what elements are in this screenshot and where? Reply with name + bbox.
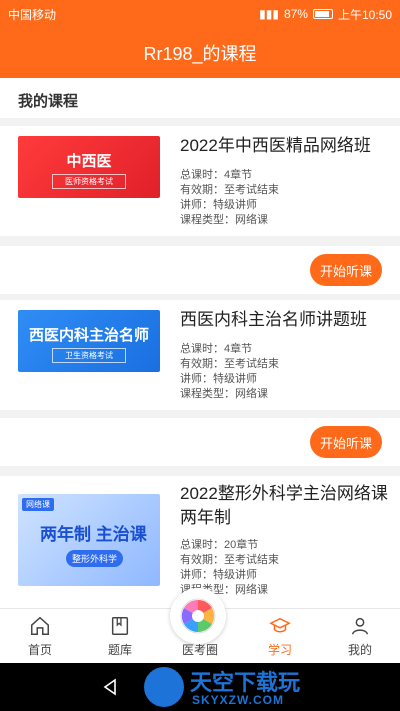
aperture-icon [180,598,216,634]
thumbnail-title: 两年制 主治课 [40,525,147,544]
section-title: 我的课程 [0,78,400,118]
course-card[interactable]: 中西医 医师资格考试 2022年中西医精品网络班 总课时：4章节 有效期：至考试… [0,126,400,236]
course-lecturer: 讲师：特级讲师 [180,373,257,385]
nav-label: 学习 [267,642,292,657]
community-fab[interactable] [170,588,226,644]
course-lecturer: 讲师：特级讲师 [180,199,257,211]
course-validity: 有效期：至考试结束 [180,554,279,566]
course-type: 课程类型：网络课 [180,214,268,226]
nav-item-study[interactable]: 学习 [240,609,320,663]
thumbnail-tag: 网络课 [22,498,54,511]
back-icon[interactable] [100,677,120,697]
graduation-cap-icon [269,617,291,632]
course-meta: 总课时：4章节 有效期：至考试结束 讲师：特级讲师 课程类型：网络课 [180,342,279,402]
thumbnail-subtitle: 卫生资格考试 [52,348,126,363]
battery-icon [312,9,333,19]
course-meta: 总课时：4章节 有效期：至考试结束 讲师：特级讲师 课程类型：网络课 [180,168,279,228]
user-icon [351,617,369,635]
course-action-strip: 开始听课 [0,246,400,294]
nav-item-profile[interactable]: 我的 [320,609,400,663]
app-header: Rr198_的课程 [0,28,400,78]
course-title[interactable]: 2022整形外科学主治网络课两年制 [180,482,388,530]
nav-item-question-bank[interactable]: 题库 [80,609,160,663]
thumbnail-title: 中西医 [66,153,112,170]
course-thumbnail[interactable]: 西医内科主治名师 卫生资格考试 [18,310,160,372]
thumbnail-subtitle: 整形外科学 [66,550,124,567]
start-listening-button[interactable]: 开始听课 [310,426,382,458]
course-action-strip: 开始听课 [0,418,400,466]
watermark-logo: 天空下载玩 SKYXZW.COM [144,665,394,709]
nav-label: 我的 [347,642,372,657]
course-title[interactable]: 西医内科主治名师讲题班 [180,308,388,332]
course-thumbnail[interactable]: 中西医 医师资格考试 [18,136,160,198]
course-lecturer: 讲师：特级讲师 [180,569,257,581]
course-type: 课程类型：网络课 [180,388,268,400]
course-thumbnail[interactable]: 网络课 两年制 主治课 整形外科学 [18,494,160,586]
home-icon [31,616,49,635]
watermark-domain: SKYXZW.COM [192,693,285,707]
thumbnail-title: 西医内科主治名师 [28,327,149,344]
course-validity: 有效期：至考试结束 [180,184,279,196]
course-title[interactable]: 2022年中西医精品网络班 [180,134,388,158]
status-bar: 中国移动 ▮▮▮ 87% 上午10:50 [0,0,400,28]
clock: 上午10:50 [337,7,392,22]
page-title: Rr198_的课程 [143,44,257,64]
course-card[interactable]: 西医内科主治名师 卫生资格考试 西医内科主治名师讲题班 总课时：4章节 有效期：… [0,300,400,410]
battery-percent: 87% [283,7,308,21]
book-icon [111,616,129,635]
system-navigation-bar: 天空下载玩 SKYXZW.COM [0,663,400,711]
course-hours: 总课时：4章节 [180,343,253,355]
course-hours: 总课时：20章节 [180,539,259,551]
nav-label: 首页 [27,642,52,657]
start-listening-button[interactable]: 开始听课 [310,254,382,286]
course-validity: 有效期：至考试结束 [180,358,279,370]
nav-label: 题库 [107,642,132,657]
nav-item-home[interactable]: 首页 [0,609,80,663]
course-hours: 总课时：4章节 [180,169,253,181]
thumbnail-subtitle: 医师资格考试 [52,174,126,189]
status-right: ▮▮▮ 87% 上午10:50 [259,6,392,23]
carrier-label: 中国移动 [8,7,57,22]
signal-icon: ▮▮▮ [259,7,279,21]
